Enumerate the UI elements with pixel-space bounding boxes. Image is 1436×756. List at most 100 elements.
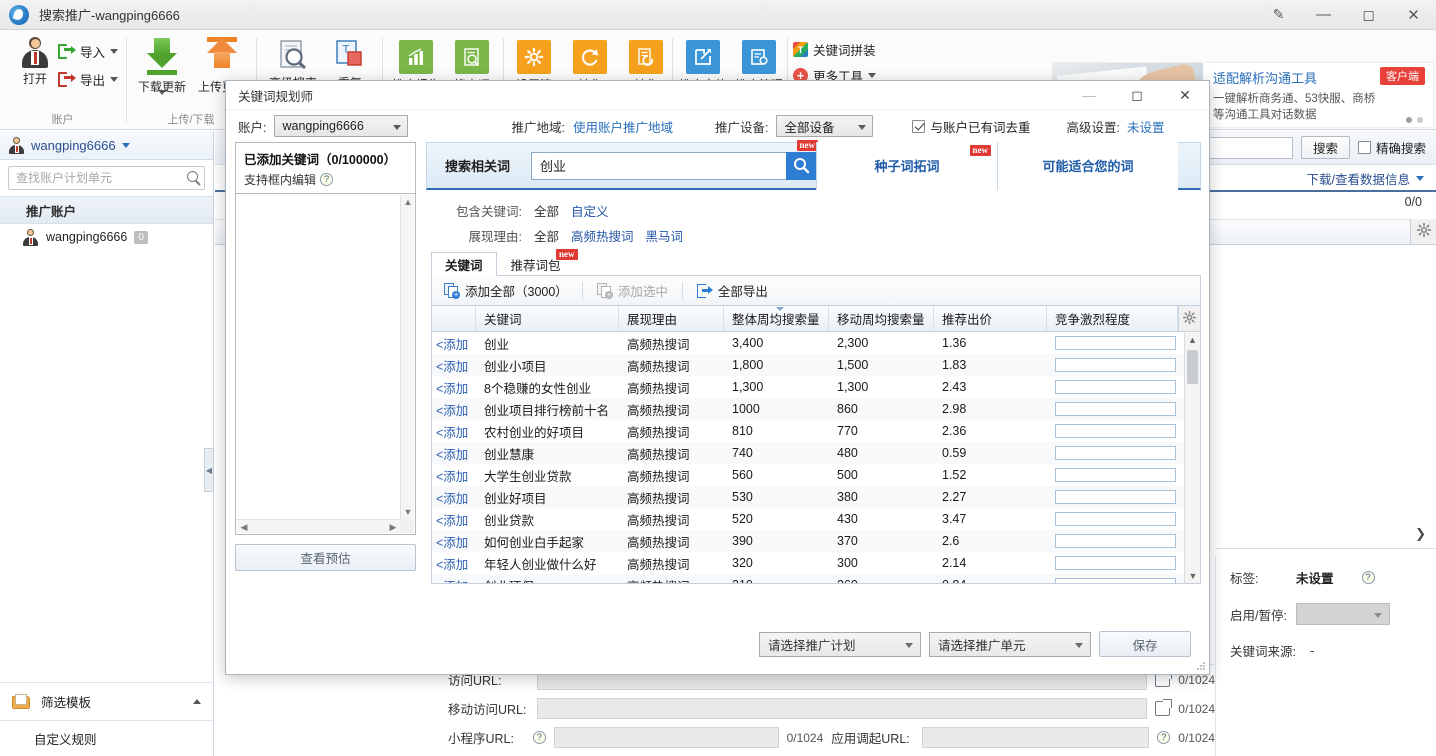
- sidebar-item-account[interactable]: wangping6666 0: [0, 224, 213, 250]
- table-vscrollbar[interactable]: ▲ ▼: [1184, 332, 1200, 583]
- export-all-button[interactable]: 全部导出: [696, 281, 782, 300]
- chevron-up-icon[interactable]: [193, 699, 201, 704]
- checkbox-icon[interactable]: [912, 119, 926, 133]
- promo-plan-select[interactable]: 请选择推广计划: [759, 631, 921, 657]
- table-row[interactable]: <添加 8个稳赚的女性创业 高频热搜词 1,300 1,300 2.43: [432, 376, 1184, 398]
- table-row[interactable]: <添加 农村创业的好项目 高频热搜词 810 770 2.36: [432, 420, 1184, 442]
- th-keyword[interactable]: 关键词: [476, 306, 619, 331]
- minimize-button[interactable]: —: [1301, 0, 1346, 30]
- search-box[interactable]: [8, 166, 205, 190]
- added-keywords-content[interactable]: [237, 195, 400, 519]
- help-icon[interactable]: ?: [1361, 571, 1375, 584]
- app-invoke-url-input[interactable]: [921, 727, 1150, 748]
- table-row[interactable]: <添加 创业贷款 高频热搜词 520 430 3.47: [432, 508, 1184, 530]
- tab-recommended-packs[interactable]: 推荐词包 new: [497, 249, 578, 276]
- pane-expand-arrow[interactable]: ❯: [1415, 526, 1426, 542]
- miniprogram-url-input[interactable]: [553, 727, 779, 748]
- add-keyword-link[interactable]: <添加: [432, 422, 476, 441]
- dialog-region-link[interactable]: 使用账户推广地域: [573, 117, 673, 136]
- table-row[interactable]: <添加 创业好项目 高频热搜词 530 380 2.27: [432, 486, 1184, 508]
- help-icon[interactable]: ?: [1157, 731, 1171, 744]
- dialog-maximize-button[interactable]: ◻: [1113, 81, 1161, 110]
- table-row[interactable]: <添加 大学生创业贷款 高频热搜词 560 500 1.52: [432, 464, 1184, 486]
- search-related-input[interactable]: [531, 151, 786, 180]
- add-keyword-link[interactable]: <添加: [432, 554, 476, 573]
- dialog-close-button[interactable]: ✕: [1161, 81, 1209, 110]
- ad-dot-2[interactable]: [1417, 117, 1423, 123]
- tab-keywords[interactable]: 关键词: [431, 252, 497, 276]
- scroll-up-icon[interactable]: ▲: [401, 195, 415, 209]
- search-input[interactable]: [9, 167, 204, 189]
- ad-dot-1[interactable]: [1406, 117, 1412, 123]
- sidebar-collapse-handle[interactable]: ◀: [204, 448, 214, 492]
- scroll-up-icon[interactable]: ▲: [1185, 332, 1200, 347]
- th-competition[interactable]: 竞争激烈程度: [1047, 306, 1178, 331]
- chevron-down-icon[interactable]: [868, 73, 877, 78]
- column-settings-button[interactable]: [1410, 219, 1436, 245]
- add-keyword-link[interactable]: <添加: [432, 378, 476, 397]
- mobile-url-input[interactable]: [536, 698, 1148, 719]
- promo-unit-select[interactable]: 请选择推广单元: [929, 631, 1091, 657]
- table-row[interactable]: <添加创业环保高频热搜词3102600.84: [432, 574, 1184, 583]
- download-view-data-link[interactable]: 下载/查看数据信息: [1307, 169, 1410, 188]
- filter-template-button[interactable]: 筛选模板: [0, 682, 213, 720]
- add-selected-button[interactable]: + 添加选中: [596, 281, 682, 300]
- search-submit-button[interactable]: [786, 151, 816, 180]
- dialog-resize-grip[interactable]: [1196, 661, 1206, 671]
- search-icon[interactable]: [187, 171, 198, 182]
- filter-include-custom[interactable]: 自定义: [571, 201, 609, 220]
- scroll-right-icon[interactable]: ▶: [386, 520, 400, 534]
- open-button[interactable]: 打开: [6, 36, 64, 87]
- exact-search-checkbox[interactable]: 精确搜索: [1357, 138, 1426, 157]
- scroll-left-icon[interactable]: ◀: [237, 520, 251, 534]
- chevron-down-icon[interactable]: [121, 142, 130, 148]
- scroll-down-icon[interactable]: ▼: [1185, 568, 1201, 583]
- add-all-button[interactable]: + 添加全部（3000）: [444, 281, 582, 300]
- table-row[interactable]: <添加 创业小项目 高频热搜词 1,800 1,500 1.83: [432, 354, 1184, 376]
- filter-include-all[interactable]: 全部: [534, 201, 559, 220]
- table-column-settings-button[interactable]: [1178, 306, 1200, 331]
- external-link-icon[interactable]: [1155, 699, 1173, 716]
- filter-reason-darkhorse[interactable]: 黑马词: [646, 226, 684, 245]
- custom-rule-item[interactable]: 自定义规则: [0, 720, 213, 756]
- help-icon[interactable]: ?: [532, 731, 546, 744]
- dialog-account-select[interactable]: wangping6666: [274, 115, 409, 137]
- search-related-input-wrap[interactable]: new: [531, 139, 818, 180]
- chevron-down-icon[interactable]: [158, 90, 166, 109]
- table-row[interactable]: <添加 创业慧康 高频热搜词 740 480 0.59: [432, 442, 1184, 464]
- dialog-device-select[interactable]: 全部设备: [776, 115, 874, 137]
- th-mobile-search[interactable]: 移动周均搜索量: [829, 306, 934, 331]
- export-button[interactable]: 导出: [58, 70, 119, 89]
- chevron-down-icon[interactable]: [110, 77, 119, 82]
- close-button[interactable]: ✕: [1391, 0, 1436, 30]
- add-keyword-link[interactable]: <添加: [432, 356, 476, 375]
- th-recommended-bid[interactable]: 推荐出价: [934, 306, 1047, 331]
- scroll-thumb[interactable]: [1187, 350, 1198, 384]
- add-keyword-link[interactable]: <添加: [432, 576, 476, 584]
- add-keyword-link[interactable]: <添加: [432, 444, 476, 463]
- added-keywords-hscrollbar[interactable]: ◀ ▶: [237, 519, 400, 533]
- adv-settings-link[interactable]: 未设置: [1127, 117, 1165, 136]
- save-button[interactable]: 保存: [1099, 631, 1191, 657]
- maximize-button[interactable]: ◻: [1346, 0, 1391, 30]
- filter-reason-hot[interactable]: 高频热搜词: [571, 226, 634, 245]
- edit-icon[interactable]: ✎: [1256, 0, 1301, 30]
- keyword-assembly-button[interactable]: T 关键词拼装: [793, 40, 876, 59]
- th-overall-search[interactable]: 整体周均搜索量: [724, 306, 829, 331]
- seed-expand-tab[interactable]: 种子词拓词 new: [816, 141, 997, 190]
- maybe-suitable-tab[interactable]: 可能适合您的词: [997, 141, 1178, 190]
- checkbox-icon[interactable]: [1357, 141, 1371, 154]
- ad-carousel-dots[interactable]: [1406, 117, 1423, 123]
- help-icon[interactable]: ?: [320, 173, 334, 186]
- download-update-button[interactable]: 下载更新: [133, 36, 191, 109]
- th-reason[interactable]: 展现理由: [619, 306, 724, 331]
- filter-reason-all[interactable]: 全部: [534, 226, 559, 245]
- table-row[interactable]: <添加 创业项目排行榜前十名 高频热搜词 1000 860 2.98: [432, 398, 1184, 420]
- th-select[interactable]: [432, 306, 476, 331]
- add-keyword-link[interactable]: <添加: [432, 466, 476, 485]
- add-keyword-link[interactable]: <添加: [432, 532, 476, 551]
- dialog-minimize-button[interactable]: —: [1065, 81, 1113, 110]
- added-keywords-vscrollbar[interactable]: ▲ ▼: [400, 195, 414, 519]
- scroll-down-icon[interactable]: ▼: [401, 505, 415, 519]
- dedupe-checkbox[interactable]: 与账户已有词去重: [912, 117, 1030, 136]
